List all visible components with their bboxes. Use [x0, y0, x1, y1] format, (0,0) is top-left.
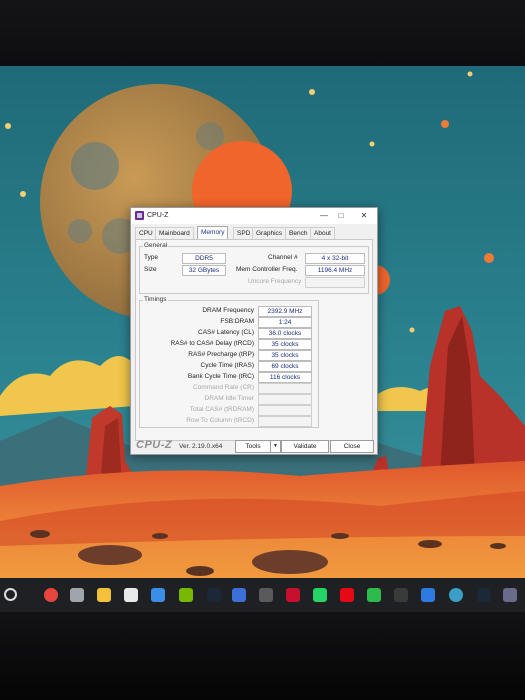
timings-group-title: Timings [143, 296, 168, 303]
globe-icon[interactable] [449, 588, 463, 602]
maximize-button[interactable]: □ [334, 210, 348, 222]
cpuz-window: CPU-Z — □ ✕ CPU Mainboard Memory SPD Gra… [130, 207, 378, 455]
tab-cpu[interactable]: CPU [135, 227, 157, 239]
nvidia-icon[interactable] [179, 588, 193, 602]
mem-controller-label: Mem Controller Freq. [236, 266, 298, 273]
tools-button[interactable]: Tools [235, 440, 271, 453]
mem-controller-value: 1196.4 MHz [305, 265, 365, 276]
timing-label: RAS# to CAS# Delay (tRCD) [170, 340, 254, 347]
chrome-icon[interactable] [44, 588, 58, 602]
tools-dropdown-arrow-icon[interactable]: ▼ [270, 440, 281, 453]
timing-value: 116 clocks [258, 372, 312, 383]
search-icon[interactable] [4, 588, 17, 601]
tab-bench[interactable]: Bench [285, 227, 312, 239]
timing-value: 1:24 [258, 317, 312, 328]
close-button[interactable]: Close [330, 440, 374, 453]
timing-label: RAS# Precharge (tRP) [188, 351, 254, 358]
size-value: 32 GBytes [182, 265, 226, 276]
validate-button[interactable]: Validate [281, 440, 329, 453]
timing-value [258, 383, 312, 394]
timing-label: DRAM Idle Timer [204, 395, 254, 402]
store-icon[interactable] [151, 588, 165, 602]
timing-value: 35 clocks [258, 339, 312, 350]
cpuz-app-icon [135, 211, 144, 220]
channel-value: 4 x 32-bit [305, 253, 365, 264]
general-group-title: General [143, 242, 169, 249]
timing-value [258, 416, 312, 427]
type-value: DDR5 [182, 253, 226, 264]
memory-tab-panel: General Type DDR5 Size 32 GBytes Channel… [135, 239, 373, 441]
type-label: Type [144, 254, 159, 261]
timing-label: Bank Cycle Time (tRC) [187, 373, 254, 380]
timing-value: 35 clocks [258, 350, 312, 361]
size-label: Size [144, 266, 157, 273]
timing-label: DRAM Frequency [202, 307, 254, 314]
file-explorer-icon[interactable] [97, 588, 111, 602]
whatsapp-icon[interactable] [313, 588, 327, 602]
tab-about[interactable]: About [310, 227, 335, 239]
cpuz-brand-logo: CPU-Z [136, 439, 173, 451]
uncore-value [305, 277, 365, 288]
timing-label: Command Rate (CR) [192, 384, 254, 391]
channel-label: Channel # [268, 254, 298, 261]
monitor-bezel-top [0, 0, 525, 66]
minimize-button[interactable]: — [317, 210, 331, 222]
steam-icon-2[interactable] [477, 588, 491, 602]
app-icon[interactable] [232, 588, 246, 602]
folder-app-icon[interactable] [421, 588, 435, 602]
davinci-icon[interactable] [394, 588, 408, 602]
monitor-bezel-bottom [0, 612, 525, 700]
steam-icon[interactable] [207, 588, 221, 602]
xbox-icon[interactable] [367, 588, 381, 602]
general-group: General Type DDR5 Size 32 GBytes Channel… [139, 242, 369, 294]
timing-label: Total CAS# (tRDRAM) [189, 406, 254, 413]
timing-label: Row To Column (tRCD) [186, 417, 254, 424]
settings-icon[interactable] [70, 588, 84, 602]
timing-label: FSB:DRAM [220, 318, 254, 325]
g-hub-icon[interactable] [259, 588, 273, 602]
timing-value [258, 405, 312, 416]
tab-mainboard[interactable]: Mainboard [155, 227, 194, 239]
window-titlebar[interactable]: CPU-Z — □ ✕ [131, 208, 377, 224]
timings-group: Timings DRAM Frequency 2392.9 MHz FSB:DRAM… [139, 296, 319, 428]
window-title: CPU-Z [147, 212, 169, 219]
timing-label: CAS# Latency (CL) [198, 329, 254, 336]
timing-value: 36.0 clocks [258, 328, 312, 339]
window-footer: CPU-Z Ver. 2.19.0.x64 Tools ▼ Validate C… [131, 438, 377, 454]
timing-value: 2392.9 MHz [258, 306, 312, 317]
settings-icon-2[interactable] [503, 588, 517, 602]
uncore-label: Uncore Frequency [248, 278, 302, 285]
netflix-icon[interactable] [340, 588, 354, 602]
tab-memory[interactable]: Memory [197, 226, 229, 239]
version-text: Ver. 2.19.0.x64 [179, 443, 223, 450]
close-window-button[interactable]: ✕ [357, 210, 371, 222]
rog-icon[interactable] [286, 588, 300, 602]
timing-value [258, 394, 312, 405]
tab-graphics[interactable]: Graphics [252, 227, 287, 239]
timing-value: 69 clocks [258, 361, 312, 372]
timing-label: Cycle Time (tRAS) [200, 362, 254, 369]
taskbar [0, 578, 525, 612]
app-grid-icon[interactable] [124, 588, 138, 602]
